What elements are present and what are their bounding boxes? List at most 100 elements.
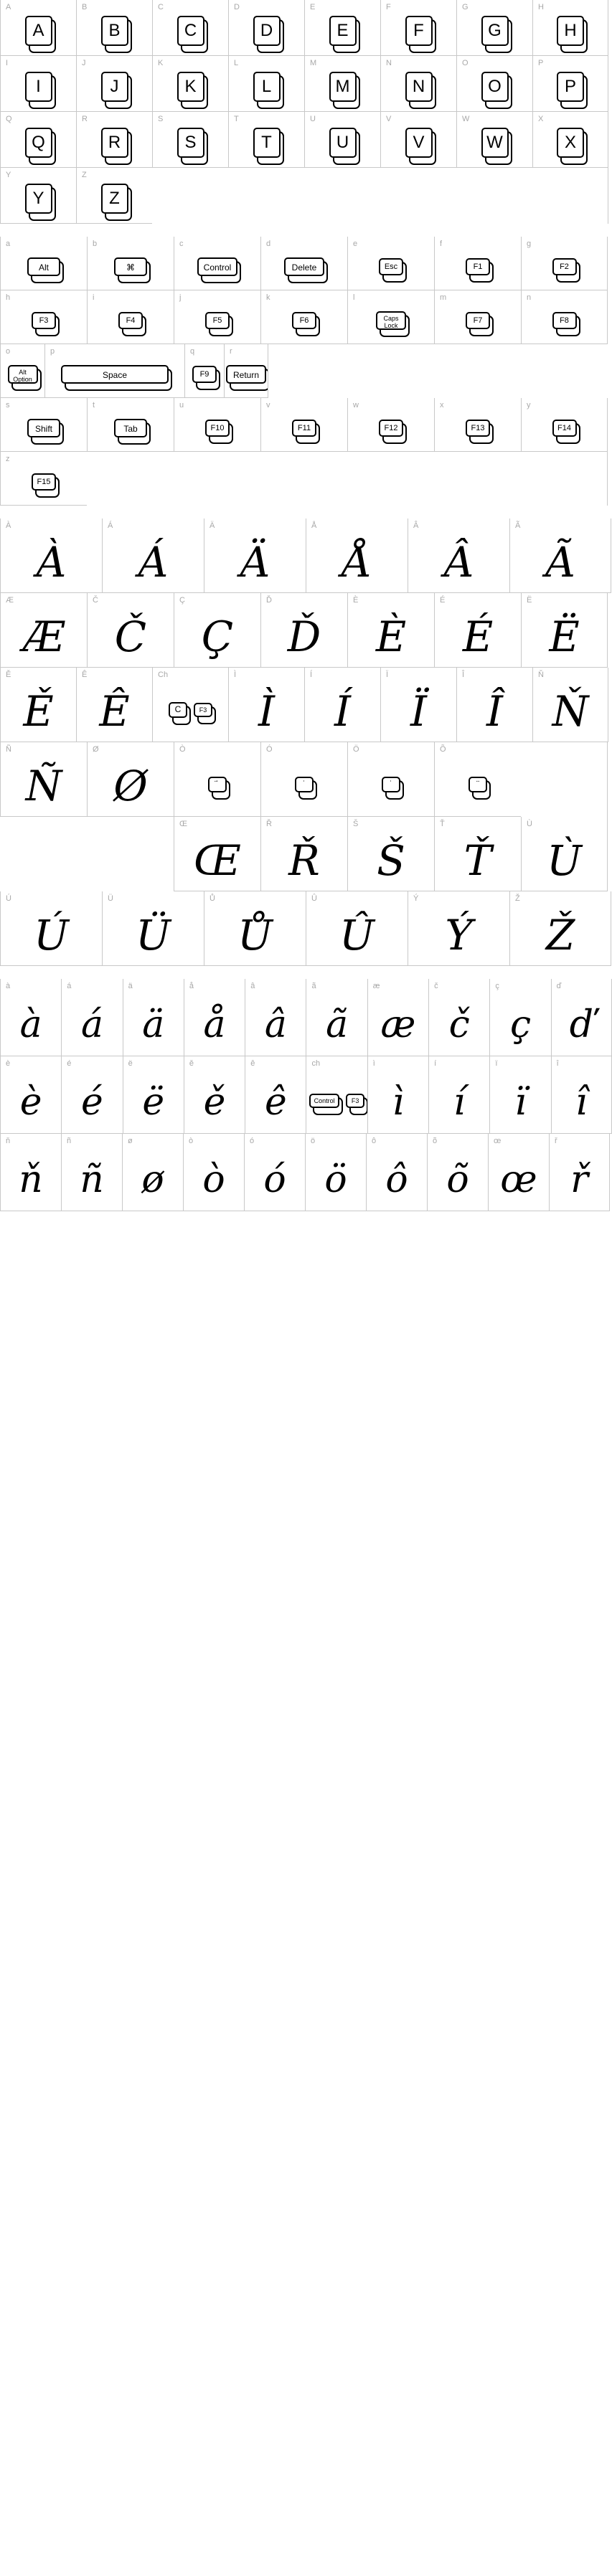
keycap-label: F3 xyxy=(199,706,207,714)
glyph-cell-label: ñ xyxy=(67,1137,72,1145)
glyph-cell-label: É xyxy=(440,596,446,605)
glyph-cell-label: à xyxy=(6,982,11,990)
keycap-label: M xyxy=(335,76,350,96)
glyph-content: Ů xyxy=(204,907,306,963)
script-glyph: â xyxy=(264,1003,287,1046)
keycap-group: F4 xyxy=(118,312,146,336)
keycap: ̈˙ xyxy=(208,776,230,800)
keycap-label: ̈˙ xyxy=(216,778,219,789)
glyph-content: á xyxy=(62,996,122,1053)
keycap-group: Caps Lock xyxy=(376,311,410,337)
keycap: F3 xyxy=(194,702,216,724)
glyph-cell-label: B xyxy=(82,3,88,11)
glyph-cell: q F9 xyxy=(184,344,224,398)
keycap: Tab xyxy=(114,419,151,445)
glyph-cell: àà xyxy=(0,979,62,1056)
glyph-cell: YY xyxy=(0,168,76,224)
glyph-content: Ã xyxy=(510,534,611,590)
script-glyph: ď xyxy=(569,1003,594,1046)
keycap: F11 xyxy=(292,420,320,444)
keycap-label: R xyxy=(108,132,121,152)
glyph-cell: ÈÈ xyxy=(347,593,434,668)
glyph-content: é xyxy=(62,1074,122,1131)
glyph-content: ˙ xyxy=(348,758,434,814)
script-glyph: ì xyxy=(392,1081,405,1124)
script-glyph: Ž xyxy=(545,911,575,960)
keycap-group: Q xyxy=(24,127,56,165)
glyph-cell: KK xyxy=(152,56,228,112)
keycap: X xyxy=(557,127,588,165)
glyph-content: Control F3 xyxy=(306,1074,367,1131)
keycap-group: Space xyxy=(61,365,172,391)
keycap-label: F13 xyxy=(471,424,485,432)
glyph-cell: ÎÎ xyxy=(456,668,532,742)
keycap-group: ⌘ xyxy=(114,257,151,283)
glyph-cell-empty xyxy=(228,168,304,224)
glyph-cell-empty xyxy=(434,452,521,506)
keycap-group: Alt Option xyxy=(7,365,42,391)
glyph-cell-label: ç xyxy=(495,982,499,990)
script-glyph: ñ xyxy=(80,1158,104,1201)
glyph-content: å xyxy=(184,996,245,1053)
glyph-content: W xyxy=(457,123,532,165)
keycap-label: S xyxy=(184,132,197,152)
script-glyph: Ï xyxy=(410,687,427,736)
glyph-cell: a Alt xyxy=(0,237,87,290)
glyph-content: ê xyxy=(245,1074,306,1131)
glyph-content: Ï xyxy=(381,683,456,739)
glyph-cell: ëë xyxy=(122,1056,184,1134)
glyph-cell: u F10 xyxy=(174,398,260,452)
script-glyph: Â xyxy=(443,538,474,587)
keycap: O xyxy=(481,71,512,109)
keycap-label: F14 xyxy=(557,424,571,432)
glyph-cell-label: t xyxy=(93,401,95,409)
glyph-cell: Ch C F3 xyxy=(152,668,228,742)
glyph-cell: òò xyxy=(183,1134,244,1211)
glyph-content: Ä xyxy=(204,534,306,590)
glyph-content: Esc xyxy=(348,250,434,288)
glyph-cell-label: Y xyxy=(6,171,11,179)
glyph-cell-label: Ď xyxy=(266,596,272,605)
glyph-cell-label: á xyxy=(67,982,72,990)
glyph-content: S xyxy=(153,123,228,165)
keycap-group: J xyxy=(100,71,132,109)
glyph-cell-label: c xyxy=(179,240,184,248)
glyph-content: D xyxy=(229,11,304,53)
keycap: U xyxy=(329,127,360,165)
glyph-content: Á xyxy=(103,534,204,590)
script-glyph: Ç xyxy=(201,612,234,661)
keycap-label: V xyxy=(413,132,425,152)
glyph-content: Shift xyxy=(1,411,87,449)
glyph-content: ě xyxy=(184,1074,245,1131)
glyph-cell-label: Õ xyxy=(440,745,446,754)
glyph-cell-label: R xyxy=(82,115,88,123)
glyph-cell: h F3 xyxy=(0,290,87,344)
glyph-cell-label: Č xyxy=(93,596,98,605)
glyph-cell-label: Í xyxy=(310,671,313,679)
keycap-group: Control xyxy=(197,257,241,283)
glyph-content: U xyxy=(305,123,380,165)
glyph-content: X xyxy=(533,123,608,165)
glyph-content: F12 xyxy=(348,411,434,449)
keycap-group: ˙ xyxy=(382,776,404,800)
glyph-cell-label: Á xyxy=(108,521,113,530)
glyph-content: ì xyxy=(368,1074,428,1131)
glyph-row: AABBCCDDEEFFGGHH xyxy=(0,0,612,56)
glyph-cell: UU xyxy=(304,112,380,168)
glyph-cell-empty xyxy=(174,452,260,506)
script-glyph: ó xyxy=(263,1158,286,1201)
script-glyph: î xyxy=(575,1081,588,1124)
glyph-section-accented-lowercase: à à á á ä ä å å â â ã ã æ æ č č ç ç ď ď è è é é ë ë ě ě ê ê ch Control F… xyxy=(0,979,612,1224)
glyph-content: ä xyxy=(123,996,184,1053)
glyph-cell-label: g xyxy=(527,240,532,248)
glyph-cell: y F14 xyxy=(521,398,608,452)
keycap: Control xyxy=(197,257,241,283)
keycap-label: P xyxy=(564,76,576,96)
keycap-group: Shift xyxy=(27,419,64,445)
glyph-cell-label: Ž xyxy=(515,894,520,903)
keycap: S xyxy=(176,127,208,165)
keycap-group: U xyxy=(329,127,360,165)
keycap-label: Tab xyxy=(123,424,138,434)
